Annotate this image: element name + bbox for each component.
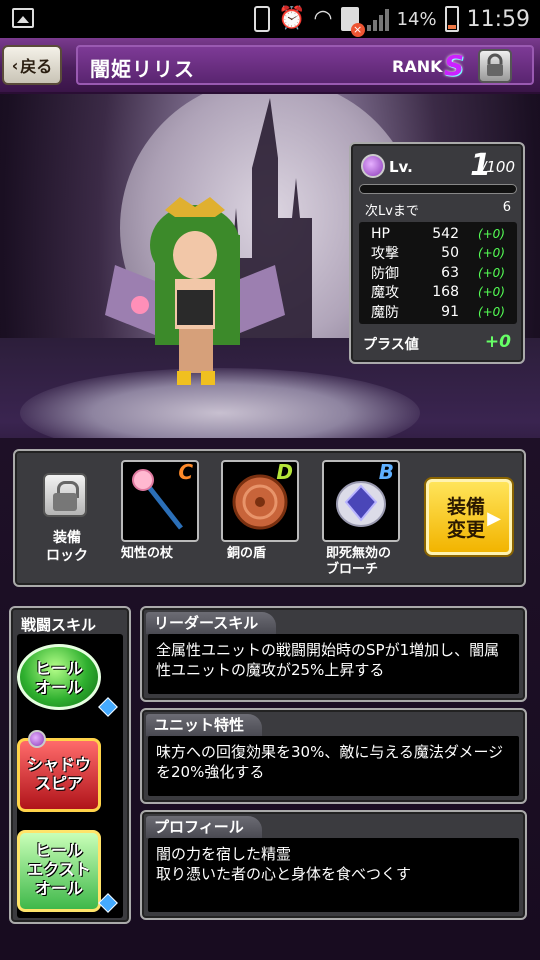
element-orb-icon [28,730,46,748]
alarm-icon: ⏰ [277,6,306,31]
profile-title: プロフィール [146,816,262,838]
stat-row-magic-defense: 魔防 91 (+0) [365,302,511,322]
equipment-lock-button[interactable] [43,473,87,517]
padlock-icon [487,53,503,76]
stat-value: 542 [432,225,459,242]
stat-row-defense: 防御 63 (+0) [365,263,511,283]
level-label: Lv. [389,158,413,176]
equip-name: 知性の杖 [121,546,174,561]
profile-panel: プロフィール 闇の力を宿した精霊 取り憑いた者の心と身体を食べつくす [140,810,527,920]
stat-name: 防御 [371,265,399,282]
equipment-panel: 装備 ロック C 知性の杖 D 銅の盾 B 即死無効の ブローチ 装備 変更 ▶ [13,449,526,587]
stat-name: 魔攻 [371,285,399,302]
element-orb-icon [361,154,385,178]
skill-heal-ex-all[interactable]: ヒール エクスト オール [17,830,101,912]
clock: 11:59 [466,6,530,32]
skill-name: ヒール オール [34,659,83,697]
skill-name: シャドウ スピア [26,755,91,793]
equip-rank: B [378,460,394,484]
character-sprite [105,197,285,385]
equipment-lock-label: 装備 ロック [46,530,88,564]
equip-rank: D [276,460,293,484]
equip-slot-shield[interactable]: D [221,460,299,542]
wifi-icon: ◠ [313,6,333,31]
vibrate-icon [253,6,270,32]
unit-trait-text: 味方への回復効果を30%、敵に与える魔法ダメージを20%強化する [148,736,519,796]
character-name: 闇姫リリス [90,57,195,81]
favorite-lock-icon[interactable] [478,49,512,83]
no-sim-icon [340,7,365,37]
back-button[interactable]: ‹ 戻る [2,45,62,85]
stat-plus: (+0) [477,265,505,280]
battery-percent: 14% [396,8,437,30]
image-notification-icon [12,8,34,28]
back-label: 戻る [20,57,53,76]
equip-name: 即死無効の ブローチ [326,546,392,577]
exp-bar [359,184,517,194]
stat-plus: (+0) [477,246,505,261]
stat-value: 63 [441,264,459,281]
equip-rank: C [178,460,193,484]
battle-skills-title: 戦闘スキル [21,616,97,634]
rank-label: RANK [392,57,443,76]
stat-name: HP [371,225,390,242]
unit-trait-title: ユニット特性 [146,714,263,736]
chevron-left-icon: ‹ [11,55,19,75]
stat-value: 168 [432,284,459,301]
next-level-value: 6 [502,200,511,215]
battery-icon [444,6,459,32]
rank-value: S [444,49,465,82]
stat-plus: (+0) [477,226,505,241]
status-bar: ⏰ ◠ 14% 11:59 [0,0,540,38]
stat-row-attack: 攻撃 50 (+0) [365,244,511,264]
stat-value: 50 [441,245,459,262]
stat-name: 魔防 [371,304,399,321]
skill-shadow-spear[interactable]: シャドウ スピア [17,738,101,812]
leader-skill-text: 全属性ユニットの戦闘開始時のSPが1増加し、闇属性ユニットの魔攻が25%上昇する [148,634,519,694]
change-equipment-label: 装備 変更 [446,496,485,541]
stat-plus: (+0) [477,304,505,319]
equip-slot-staff[interactable]: C [121,460,199,542]
stat-table: HP 542 (+0) 攻撃 50 (+0) 防御 63 (+0) 魔攻 168… [359,222,517,324]
level-max: /100 [481,158,515,176]
arrow-right-icon: ▶ [487,508,501,529]
status-icons: ⏰ ◠ 14% 11:59 [253,4,530,37]
signal-icon [366,7,389,31]
equip-name: 銅の盾 [227,546,267,561]
stat-row-hp: HP 542 (+0) [365,224,511,244]
leader-skill-title: リーダースキル [146,612,277,634]
plus-value: +0 [484,332,511,352]
stat-name: 攻撃 [371,246,399,263]
stat-value: 91 [441,303,459,320]
stat-plus: (+0) [477,285,505,300]
plus-value-label: プラス値 [363,337,419,353]
stats-panel: Lv. 1 /100 次Lvまで 6 HP 542 (+0) 攻撃 50 (+0… [349,142,525,364]
profile-text: 闇の力を宿した精霊 取り憑いた者の心と身体を食べつくす [148,838,519,912]
skill-name: ヒール エクスト オール [27,841,91,898]
stat-row-magic-attack: 魔攻 168 (+0) [365,283,511,303]
next-level-label: 次Lvまで [365,204,419,219]
header-bar: ‹ 戻る 闇姫リリス RANK S [0,38,540,94]
title-plate: 闇姫リリス RANK S [76,45,534,85]
skill-heal-all[interactable]: ヒール オール [17,644,101,710]
leader-skill-panel: リーダースキル 全属性ユニットの戦闘開始時のSPが1増加し、闇属性ユニットの魔攻… [140,606,527,702]
change-equipment-button[interactable]: 装備 変更 ▶ [426,479,512,555]
equip-slot-brooch[interactable]: B [322,460,400,542]
unit-trait-panel: ユニット特性 味方への回復効果を30%、敵に与える魔法ダメージを20%強化する [140,708,527,804]
